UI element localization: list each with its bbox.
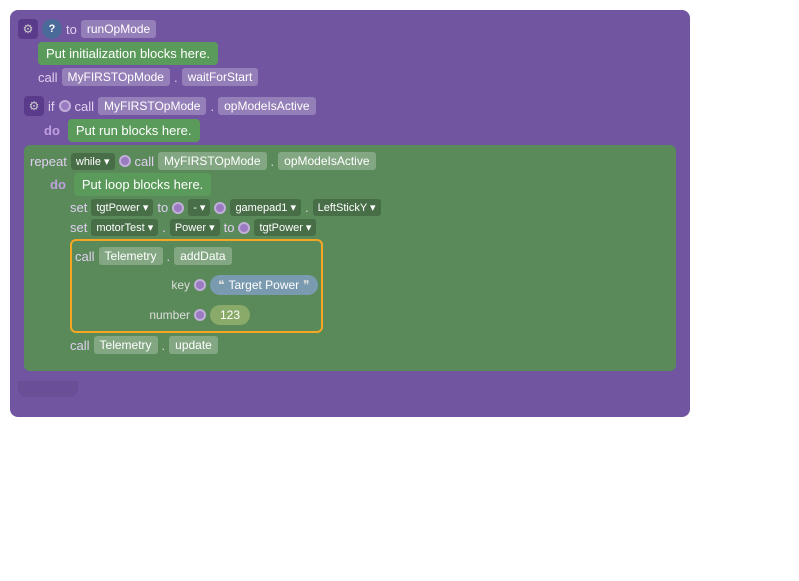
repeat-footer-space [30, 357, 670, 367]
op-mode-is-active-2: opModeIsActive [278, 152, 375, 170]
do-loop-blocks-row: do Put loop blocks here. [50, 173, 670, 196]
dot-4: . [305, 200, 309, 215]
run-blocks-text: Put run blocks here. [76, 123, 192, 138]
init-placeholder-block: Put initialization blocks here. [38, 42, 218, 65]
minus-dropdown[interactable]: - [188, 199, 210, 216]
call-telemetry-header: call Telemetry . addData [75, 247, 318, 265]
if-keyword: if [48, 99, 55, 114]
call-label-4: call [75, 249, 95, 264]
while-dropdown[interactable]: while [71, 153, 115, 170]
function-name-label: runOpMode [81, 20, 156, 38]
init-text: Put initialization blocks here. [46, 46, 210, 61]
if-container: ⚙ if call MyFIRSTOpMode . opModeIsActive… [18, 89, 682, 378]
if-gear-icon[interactable]: ⚙ [24, 96, 44, 116]
telemetry-adddata-highlight: call Telemetry . addData key ❝ [70, 239, 323, 333]
dot-5: . [162, 220, 166, 235]
call-wait-for-start-row: call MyFIRSTOpMode . waitForStart [38, 68, 682, 86]
to-keyword: to [66, 22, 77, 37]
target-power-string: ❝ Target Power ❞ [210, 275, 318, 295]
tgt-power-dropdown[interactable]: tgtPower [91, 199, 153, 216]
add-data-label: addData [174, 247, 231, 265]
my-first-opmode-2: MyFIRSTOpMode [98, 97, 206, 115]
telemetry-label-2: Telemetry [94, 336, 158, 354]
if-connector [59, 100, 71, 112]
if-row: ⚙ if call MyFIRSTOpMode . opModeIsActive [24, 96, 676, 116]
do-run-blocks-row: do Put run blocks here. [44, 119, 676, 142]
dot-2: . [210, 99, 214, 114]
set-tgt-power-row: set tgtPower to - gamepad1 . LeftStickY [70, 199, 670, 216]
set-motor-test-row: set motorTest . Power to tgtPower [70, 219, 670, 236]
gear-icon[interactable]: ⚙ [18, 19, 38, 39]
do-keyword-2: do [50, 177, 66, 192]
number-value-block: 123 [210, 305, 250, 325]
number-param-label: number [135, 308, 190, 322]
dot-1: . [174, 70, 178, 85]
to-keyword-3: to [224, 220, 235, 235]
minus-connector [214, 202, 226, 214]
main-function-block: ⚙ ? to runOpMode Put initialization bloc… [10, 10, 690, 417]
update-label: update [169, 336, 218, 354]
main-block-foot [18, 381, 78, 397]
motor-test-dropdown[interactable]: motorTest [91, 219, 158, 236]
number-value: 123 [220, 308, 240, 322]
call-label-1: call [38, 70, 58, 85]
key-param-label: key [135, 278, 190, 292]
key-connector [194, 279, 206, 291]
while-connector [119, 155, 131, 167]
run-blocks-placeholder: Put run blocks here. [68, 119, 200, 142]
loop-blocks-placeholder: Put loop blocks here. [74, 173, 211, 196]
number-row: number 123 [135, 305, 318, 325]
gamepad1-dropdown[interactable]: gamepad1 [230, 199, 301, 216]
power-dropdown[interactable]: Power [170, 219, 220, 236]
call-label-5: call [70, 338, 90, 353]
target-power-value: Target Power [228, 278, 299, 292]
do-keyword-1: do [44, 123, 60, 138]
motor-connector [238, 222, 250, 234]
function-header-row: ⚙ ? to runOpMode [18, 19, 682, 39]
wait-for-start-label: waitForStart [182, 68, 259, 86]
blocks-workspace: ⚙ ? to runOpMode Put initialization bloc… [10, 10, 790, 570]
question-icon[interactable]: ? [42, 19, 62, 39]
dot-7: . [162, 338, 166, 353]
key-row: key ❝ Target Power ❞ [135, 275, 318, 295]
repeat-while-container: repeat while call MyFIRSTOpMode . opMode… [24, 145, 676, 371]
call-telemetry-update-row: call Telemetry . update [70, 336, 670, 354]
left-stick-y-dropdown[interactable]: LeftStickY [313, 199, 381, 216]
call-label-3: call [135, 154, 155, 169]
tgt-power-2-dropdown[interactable]: tgtPower [254, 219, 316, 236]
set-keyword-1: set [70, 200, 87, 215]
set-keyword-2: set [70, 220, 87, 235]
repeat-while-row: repeat while call MyFIRSTOpMode . opMode… [30, 152, 670, 170]
op-mode-is-active-1: opModeIsActive [218, 97, 315, 115]
call-label-2: call [75, 99, 95, 114]
telemetry-label: Telemetry [99, 247, 163, 265]
dot-3: . [271, 154, 275, 169]
to-keyword-2: to [157, 200, 168, 215]
repeat-keyword: repeat [30, 154, 67, 169]
call-telemetry-row: call Telemetry . addData key ❝ [70, 239, 670, 333]
my-first-opmode-1: MyFIRSTOpMode [62, 68, 170, 86]
number-connector [194, 309, 206, 321]
set-connector [172, 202, 184, 214]
init-blocks-row: Put initialization blocks here. [38, 42, 682, 65]
my-first-opmode-3: MyFIRSTOpMode [158, 152, 266, 170]
dot-6: . [167, 249, 171, 264]
loop-blocks-text: Put loop blocks here. [82, 177, 203, 192]
